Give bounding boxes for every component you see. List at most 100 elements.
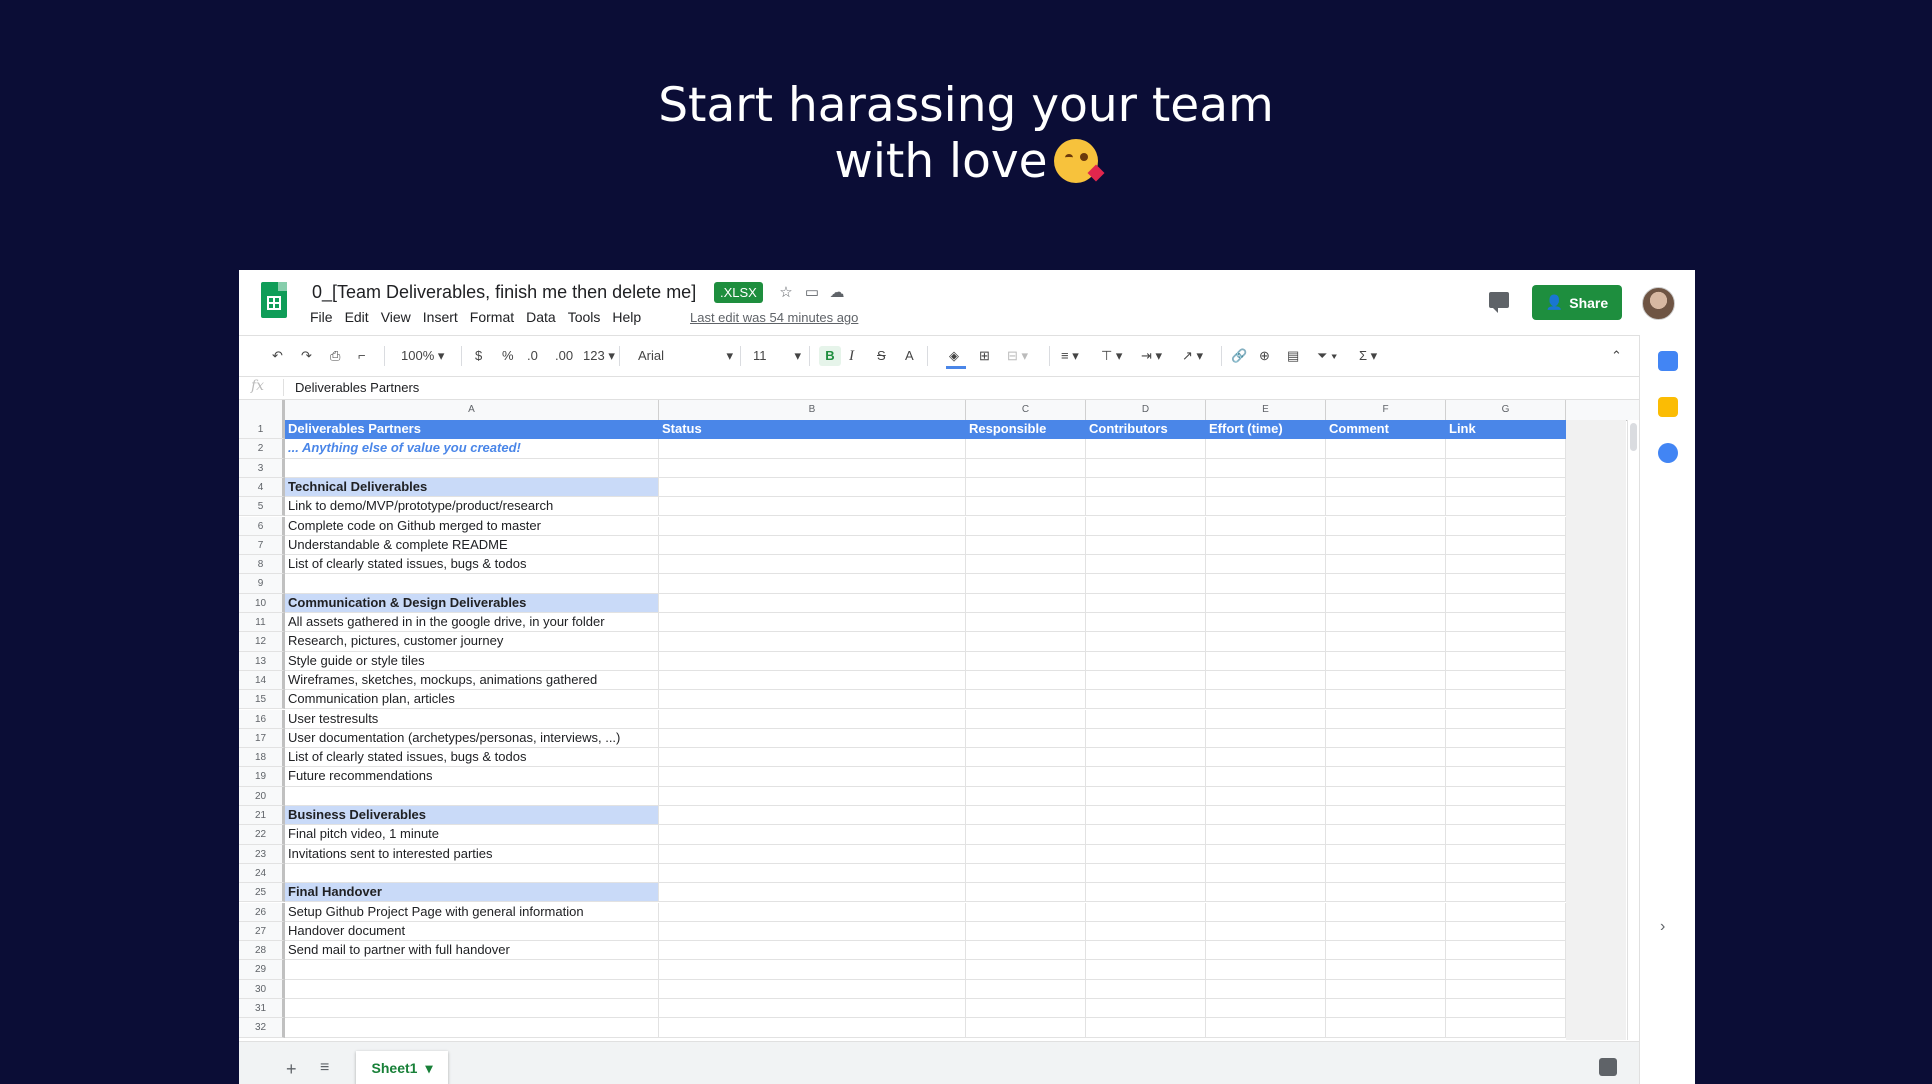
menu-data[interactable]: Data [526,309,556,325]
cell-b6[interactable] [659,516,966,536]
horizontal-align-icon[interactable]: ≡ ▾ [1061,346,1079,366]
column-header-b[interactable]: B [659,400,966,420]
cell-a26[interactable]: Setup Github Project Page with general i… [285,902,659,922]
cell-f23[interactable] [1326,844,1446,864]
cell-f9[interactable] [1326,574,1446,594]
cell-f14[interactable] [1326,670,1446,691]
cell-a25[interactable]: Final Handover [285,883,659,903]
cell-g7[interactable] [1446,535,1566,556]
cell-b28[interactable] [659,941,966,961]
cell-e25[interactable] [1206,883,1326,903]
row-number[interactable]: 11 [239,613,285,633]
add-sheet-button[interactable]: + [286,1059,297,1080]
cell-a16[interactable]: User testresults [285,709,659,729]
vertical-scrollbar[interactable] [1627,420,1639,1040]
cell-e30[interactable] [1206,979,1326,999]
cell-b31[interactable] [659,999,966,1019]
cell-e17[interactable] [1206,728,1326,749]
cell-e19[interactable] [1206,767,1326,787]
cell-b22[interactable] [659,825,966,845]
tasks-icon[interactable] [1658,443,1678,463]
cell-d18[interactable] [1086,748,1206,768]
cell-f30[interactable] [1326,979,1446,999]
cell-a31[interactable] [285,999,659,1019]
collapse-menu-icon[interactable]: ⌃ [1611,346,1622,366]
cell-e2[interactable] [1206,439,1326,459]
cell-e5[interactable] [1206,497,1326,517]
cell-f32[interactable] [1326,1018,1446,1038]
cell-b7[interactable] [659,535,966,556]
cell-f3[interactable] [1326,458,1446,478]
row-number[interactable]: 7 [239,535,285,556]
document-title[interactable]: 0_[Team Deliverables, finish me then del… [312,282,696,303]
cell-f29[interactable] [1326,960,1446,980]
cell-d2[interactable] [1086,439,1206,459]
column-header-a[interactable]: A [285,400,659,420]
cell-e15[interactable] [1206,690,1326,710]
cell-f24[interactable] [1326,863,1446,884]
cell-b17[interactable] [659,728,966,749]
cell-g13[interactable] [1446,651,1566,671]
avatar[interactable] [1642,287,1675,320]
cell-b10[interactable] [659,593,966,613]
row-number[interactable]: 2 [239,439,285,459]
cell-d24[interactable] [1086,863,1206,884]
row-number[interactable]: 31 [239,999,285,1019]
cell-e23[interactable] [1206,844,1326,864]
cell-c31[interactable] [966,999,1086,1019]
cell-g11[interactable] [1446,613,1566,633]
cell-c30[interactable] [966,979,1086,999]
cell-b4[interactable] [659,477,966,498]
cell-b29[interactable] [659,960,966,980]
menu-help[interactable]: Help [612,309,641,325]
cell-e8[interactable] [1206,555,1326,575]
increase-decimal-button[interactable]: .00 [555,346,573,366]
cell-f25[interactable] [1326,883,1446,903]
cell-b27[interactable] [659,921,966,942]
cell-g20[interactable] [1446,786,1566,806]
cell-e14[interactable] [1206,670,1326,691]
cell-a1[interactable]: Deliverables Partners [285,420,659,440]
row-number[interactable]: 22 [239,825,285,845]
percent-format-button[interactable]: % [502,346,514,366]
cell-d19[interactable] [1086,767,1206,787]
cell-f19[interactable] [1326,767,1446,787]
cell-g15[interactable] [1446,690,1566,710]
cell-d1[interactable]: Contributors [1086,420,1206,440]
cell-d15[interactable] [1086,690,1206,710]
cell-g8[interactable] [1446,555,1566,575]
cell-d14[interactable] [1086,670,1206,691]
cell-d6[interactable] [1086,516,1206,536]
cell-d11[interactable] [1086,613,1206,633]
vertical-align-icon[interactable]: ⊤ ▾ [1101,346,1122,366]
cell-c4[interactable] [966,477,1086,498]
row-number[interactable]: 19 [239,767,285,787]
cell-a22[interactable]: Final pitch video, 1 minute [285,825,659,845]
cell-b11[interactable] [659,613,966,633]
cell-c21[interactable] [966,806,1086,826]
menu-file[interactable]: File [310,309,333,325]
cell-e29[interactable] [1206,960,1326,980]
cell-a23[interactable]: Invitations sent to interested parties [285,844,659,864]
cell-b5[interactable] [659,497,966,517]
cell-a6[interactable]: Complete code on Github merged to master [285,516,659,536]
column-header-d[interactable]: D [1086,400,1206,420]
cell-b32[interactable] [659,1018,966,1038]
row-number[interactable]: 10 [239,593,285,613]
cell-c19[interactable] [966,767,1086,787]
cell-d13[interactable] [1086,651,1206,671]
cell-g31[interactable] [1446,999,1566,1019]
cell-a5[interactable]: Link to demo/MVP/prototype/product/resea… [285,497,659,517]
cell-f7[interactable] [1326,535,1446,556]
cell-g21[interactable] [1446,806,1566,826]
cell-c26[interactable] [966,902,1086,922]
cell-f2[interactable] [1326,439,1446,459]
sheet-tab-sheet1[interactable]: Sheet1 ▾ [356,1051,448,1084]
cell-g24[interactable] [1446,863,1566,884]
row-number[interactable]: 32 [239,1018,285,1038]
cell-d32[interactable] [1086,1018,1206,1038]
cell-g18[interactable] [1446,748,1566,768]
cell-a24[interactable] [285,863,659,884]
row-number[interactable]: 25 [239,883,285,903]
cell-f11[interactable] [1326,613,1446,633]
